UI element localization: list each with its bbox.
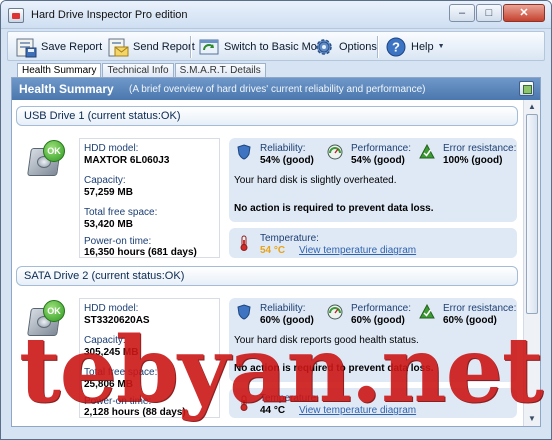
error-resistance-value: 100% (good) (443, 155, 503, 166)
switch-mode-icon (199, 39, 219, 54)
toolbar: Save Report Send Report Switch to Basic … (7, 31, 545, 61)
free-space-label: Total free space: (84, 207, 158, 218)
drive-header: SATA Drive 2 (current status:OK) (16, 266, 518, 286)
reliability-label: Reliability: (260, 143, 306, 154)
send-report-icon (108, 38, 129, 56)
chevron-down-icon: ▼ (437, 43, 445, 50)
minimize-button[interactable]: – (449, 4, 475, 22)
save-report-icon (16, 38, 37, 57)
tab-technical-info[interactable]: Technical Info (102, 63, 174, 78)
save-report-label: Save Report (41, 40, 103, 53)
toolbar-separator (377, 36, 378, 58)
options-label: Options (339, 40, 377, 53)
app-window: Hard Drive Inspector Pro edition – □ ✕ S… (0, 0, 552, 440)
performance-label: Performance: (351, 303, 412, 314)
summary-header: Health Summary (A brief overview of hard… (12, 78, 540, 100)
performance-label: Performance: (351, 143, 412, 154)
save-report-button[interactable]: Save Report (12, 33, 105, 60)
summary-subtitle: (A brief overview of hard drives' curren… (129, 84, 426, 95)
thermometer-icon (240, 235, 248, 251)
health-stats-card: Reliability: 54% (good) Performance: 54%… (229, 138, 517, 222)
title-bar[interactable]: Hard Drive Inspector Pro edition – □ ✕ (1, 1, 551, 29)
help-label: Help (411, 40, 434, 53)
options-gear-icon (316, 38, 332, 55)
power-on-value: 16,350 hours (681 days) (84, 247, 197, 258)
reliability-value: 54% (good) (260, 155, 314, 166)
shield-icon (237, 144, 251, 160)
warning-triangle-icon (419, 144, 435, 159)
ok-status-badge: OK (43, 140, 65, 162)
health-note: Your hard disk is slightly overheated. (234, 175, 397, 186)
power-on-label: Power-on time: (84, 236, 152, 247)
scrollbar-thumb[interactable] (526, 114, 538, 314)
gauge-icon (327, 144, 343, 160)
scroll-up-icon[interactable]: ▲ (526, 101, 538, 113)
options-button[interactable]: Options (310, 33, 380, 60)
tab-smart-details[interactable]: S.M.A.R.T. Details (174, 63, 266, 78)
tab-bar: Health Summary Technical Info S.M.A.R.T.… (17, 63, 266, 79)
help-button[interactable]: ? Help ▼ (382, 33, 448, 60)
performance-value: 54% (good) (351, 155, 405, 166)
drive-panel-usb-1: USB Drive 1 (current status:OK) OK HDD m… (16, 106, 522, 262)
temperature-card: Temperature: 54 °C View temperature diag… (229, 228, 517, 258)
reliability-label: Reliability: (260, 303, 306, 314)
watermark: tebyan.net (19, 317, 543, 423)
drive-title: SATA Drive 2 (current status:OK) (24, 270, 185, 282)
drive-title: USB Drive 1 (current status:OK) (24, 110, 181, 122)
model-label: HDD model: (84, 143, 139, 154)
error-resistance-label: Error resistance: (443, 143, 517, 154)
capacity-value: 57,259 MB (84, 187, 133, 198)
model-label: HDD model: (84, 303, 139, 314)
free-space-value: 53,420 MB (84, 219, 133, 230)
view-temperature-diagram-link[interactable]: View temperature diagram (299, 245, 416, 256)
temperature-label: Temperature: (260, 233, 319, 244)
send-report-button[interactable]: Send Report (104, 33, 198, 60)
drive-info-card: HDD model: MAXTOR 6L060J3 Capacity: 57,2… (79, 138, 220, 258)
help-icon: ? (386, 37, 406, 56)
window-title: Hard Drive Inspector Pro edition (31, 9, 188, 21)
temperature-value: 54 °C (260, 245, 286, 256)
close-button[interactable]: ✕ (503, 4, 545, 22)
action-note: No action is required to prevent data lo… (234, 203, 434, 214)
window-controls: – □ ✕ (449, 4, 545, 22)
maximize-button[interactable]: □ (476, 4, 502, 22)
model-value: MAXTOR 6L060J3 (84, 155, 170, 166)
toolbar-separator (190, 36, 191, 58)
hard-drive-icon: OK (27, 140, 65, 178)
svg-text:?: ? (392, 39, 400, 54)
error-resistance-label: Error resistance: (443, 303, 517, 314)
summary-title: Health Summary (19, 82, 114, 96)
export-icon[interactable] (519, 81, 534, 96)
capacity-label: Capacity: (84, 175, 126, 186)
send-report-label: Send Report (133, 40, 195, 53)
app-icon[interactable] (8, 8, 24, 23)
drive-header: USB Drive 1 (current status:OK) (16, 106, 518, 126)
